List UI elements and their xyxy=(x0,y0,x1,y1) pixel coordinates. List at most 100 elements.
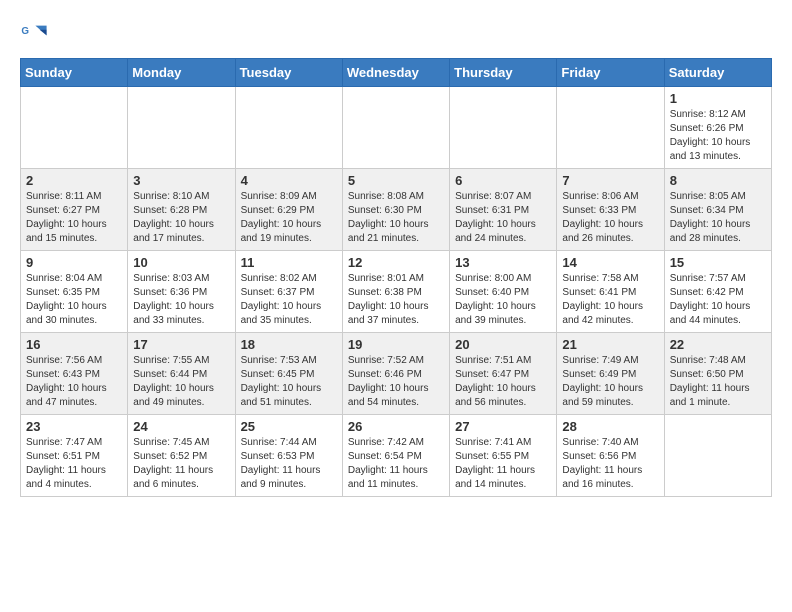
weekday-header-row: SundayMondayTuesdayWednesdayThursdayFrid… xyxy=(21,59,772,87)
svg-text:G: G xyxy=(21,26,29,37)
day-cell: 18 Sunrise: 7:53 AM Sunset: 6:45 PM Dayli… xyxy=(235,333,342,415)
day-number: 12 xyxy=(348,255,444,270)
week-row-3: 9 Sunrise: 8:04 AM Sunset: 6:35 PM Daylig… xyxy=(21,251,772,333)
day-cell xyxy=(450,87,557,169)
day-info: Sunrise: 7:52 AM Sunset: 6:46 PM Dayligh… xyxy=(348,354,444,410)
day-number: 25 xyxy=(241,419,337,434)
day-info: Sunrise: 7:51 AM Sunset: 6:47 PM Dayligh… xyxy=(455,354,551,410)
day-info: Sunrise: 7:45 AM Sunset: 6:52 PM Dayligh… xyxy=(133,436,229,492)
day-number: 27 xyxy=(455,419,551,434)
day-cell: 19 Sunrise: 7:52 AM Sunset: 6:46 PM Dayli… xyxy=(342,333,449,415)
day-cell: 17 Sunrise: 7:55 AM Sunset: 6:44 PM Dayli… xyxy=(128,333,235,415)
weekday-header-wednesday: Wednesday xyxy=(342,59,449,87)
day-info: Sunrise: 7:53 AM Sunset: 6:45 PM Dayligh… xyxy=(241,354,337,410)
day-cell: 6 Sunrise: 8:07 AM Sunset: 6:31 PM Daylig… xyxy=(450,169,557,251)
weekday-header-tuesday: Tuesday xyxy=(235,59,342,87)
day-cell: 3Sunrise: 8:10 AM Sunset: 6:28 PM Daylig… xyxy=(128,169,235,251)
day-number: 4 xyxy=(241,173,337,188)
day-number: 18 xyxy=(241,337,337,352)
day-info: Sunrise: 8:06 AM Sunset: 6:33 PM Dayligh… xyxy=(562,190,658,246)
day-cell: 9 Sunrise: 8:04 AM Sunset: 6:35 PM Daylig… xyxy=(21,251,128,333)
day-cell: 14Sunrise: 7:58 AM Sunset: 6:41 PM Dayli… xyxy=(557,251,664,333)
calendar-table: SundayMondayTuesdayWednesdayThursdayFrid… xyxy=(20,58,772,497)
day-info: Sunrise: 7:56 AM Sunset: 6:43 PM Dayligh… xyxy=(26,354,122,410)
day-cell xyxy=(21,87,128,169)
day-cell: 4 Sunrise: 8:09 AM Sunset: 6:29 PM Daylig… xyxy=(235,169,342,251)
day-info: Sunrise: 7:47 AM Sunset: 6:51 PM Dayligh… xyxy=(26,436,122,492)
day-cell: 25 Sunrise: 7:44 AM Sunset: 6:53 PM Dayli… xyxy=(235,415,342,497)
weekday-header-friday: Friday xyxy=(557,59,664,87)
day-info: Sunrise: 7:44 AM Sunset: 6:53 PM Dayligh… xyxy=(241,436,337,492)
day-cell: 12 Sunrise: 8:01 AM Sunset: 6:38 PM Dayli… xyxy=(342,251,449,333)
day-cell: 8 Sunrise: 8:05 AM Sunset: 6:34 PM Daylig… xyxy=(664,169,771,251)
day-number: 21 xyxy=(562,337,658,352)
day-number: 19 xyxy=(348,337,444,352)
day-number: 28 xyxy=(562,419,658,434)
weekday-header-saturday: Saturday xyxy=(664,59,771,87)
day-cell: 21Sunrise: 7:49 AM Sunset: 6:49 PM Dayli… xyxy=(557,333,664,415)
day-cell: 13 Sunrise: 8:00 AM Sunset: 6:40 PM Dayli… xyxy=(450,251,557,333)
day-number: 6 xyxy=(455,173,551,188)
weekday-header-monday: Monday xyxy=(128,59,235,87)
logo-icon: G xyxy=(20,20,48,48)
day-cell xyxy=(235,87,342,169)
day-cell: 1 Sunrise: 8:12 AM Sunset: 6:26 PM Daylig… xyxy=(664,87,771,169)
day-info: Sunrise: 8:12 AM Sunset: 6:26 PM Dayligh… xyxy=(670,108,766,164)
day-number: 9 xyxy=(26,255,122,270)
day-cell: 23 Sunrise: 7:47 AM Sunset: 6:51 PM Dayli… xyxy=(21,415,128,497)
day-cell: 2 Sunrise: 8:11 AM Sunset: 6:27 PM Daylig… xyxy=(21,169,128,251)
day-number: 10 xyxy=(133,255,229,270)
day-cell: 28 Sunrise: 7:40 AM Sunset: 6:56 PM Dayli… xyxy=(557,415,664,497)
week-row-5: 23 Sunrise: 7:47 AM Sunset: 6:51 PM Dayli… xyxy=(21,415,772,497)
day-info: Sunrise: 8:07 AM Sunset: 6:31 PM Dayligh… xyxy=(455,190,551,246)
day-number: 2 xyxy=(26,173,122,188)
weekday-header-sunday: Sunday xyxy=(21,59,128,87)
day-number: 1 xyxy=(670,91,766,106)
day-info: Sunrise: 8:10 AM Sunset: 6:28 PM Dayligh… xyxy=(133,190,229,246)
day-info: Sunrise: 7:41 AM Sunset: 6:55 PM Dayligh… xyxy=(455,436,551,492)
day-number: 15 xyxy=(670,255,766,270)
day-info: Sunrise: 7:40 AM Sunset: 6:56 PM Dayligh… xyxy=(562,436,658,492)
day-cell xyxy=(342,87,449,169)
day-number: 22 xyxy=(670,337,766,352)
day-info: Sunrise: 7:55 AM Sunset: 6:44 PM Dayligh… xyxy=(133,354,229,410)
day-number: 11 xyxy=(241,255,337,270)
day-info: Sunrise: 8:08 AM Sunset: 6:30 PM Dayligh… xyxy=(348,190,444,246)
day-cell: 16Sunrise: 7:56 AM Sunset: 6:43 PM Dayli… xyxy=(21,333,128,415)
week-row-4: 16Sunrise: 7:56 AM Sunset: 6:43 PM Dayli… xyxy=(21,333,772,415)
week-row-1: 1 Sunrise: 8:12 AM Sunset: 6:26 PM Daylig… xyxy=(21,87,772,169)
header: G xyxy=(20,20,772,48)
day-number: 13 xyxy=(455,255,551,270)
day-info: Sunrise: 7:42 AM Sunset: 6:54 PM Dayligh… xyxy=(348,436,444,492)
day-number: 23 xyxy=(26,419,122,434)
day-cell: 27 Sunrise: 7:41 AM Sunset: 6:55 PM Dayli… xyxy=(450,415,557,497)
day-info: Sunrise: 8:04 AM Sunset: 6:35 PM Dayligh… xyxy=(26,272,122,328)
day-info: Sunrise: 8:02 AM Sunset: 6:37 PM Dayligh… xyxy=(241,272,337,328)
day-info: Sunrise: 8:09 AM Sunset: 6:29 PM Dayligh… xyxy=(241,190,337,246)
day-cell: 24 Sunrise: 7:45 AM Sunset: 6:52 PM Dayli… xyxy=(128,415,235,497)
day-cell: 20 Sunrise: 7:51 AM Sunset: 6:47 PM Dayli… xyxy=(450,333,557,415)
day-number: 24 xyxy=(133,419,229,434)
day-number: 26 xyxy=(348,419,444,434)
day-number: 8 xyxy=(670,173,766,188)
day-info: Sunrise: 8:00 AM Sunset: 6:40 PM Dayligh… xyxy=(455,272,551,328)
logo: G xyxy=(20,20,52,48)
day-info: Sunrise: 7:58 AM Sunset: 6:41 PM Dayligh… xyxy=(562,272,658,328)
day-info: Sunrise: 8:05 AM Sunset: 6:34 PM Dayligh… xyxy=(670,190,766,246)
day-info: Sunrise: 8:01 AM Sunset: 6:38 PM Dayligh… xyxy=(348,272,444,328)
day-number: 20 xyxy=(455,337,551,352)
day-cell xyxy=(664,415,771,497)
day-info: Sunrise: 7:57 AM Sunset: 6:42 PM Dayligh… xyxy=(670,272,766,328)
day-cell xyxy=(557,87,664,169)
day-cell: 26 Sunrise: 7:42 AM Sunset: 6:54 PM Dayli… xyxy=(342,415,449,497)
week-row-2: 2 Sunrise: 8:11 AM Sunset: 6:27 PM Daylig… xyxy=(21,169,772,251)
day-number: 5 xyxy=(348,173,444,188)
day-cell: 22 Sunrise: 7:48 AM Sunset: 6:50 PM Dayli… xyxy=(664,333,771,415)
day-number: 17 xyxy=(133,337,229,352)
day-info: Sunrise: 8:11 AM Sunset: 6:27 PM Dayligh… xyxy=(26,190,122,246)
day-cell: 15 Sunrise: 7:57 AM Sunset: 6:42 PM Dayli… xyxy=(664,251,771,333)
day-info: Sunrise: 8:03 AM Sunset: 6:36 PM Dayligh… xyxy=(133,272,229,328)
weekday-header-thursday: Thursday xyxy=(450,59,557,87)
day-cell: 10 Sunrise: 8:03 AM Sunset: 6:36 PM Dayli… xyxy=(128,251,235,333)
day-info: Sunrise: 7:48 AM Sunset: 6:50 PM Dayligh… xyxy=(670,354,766,410)
